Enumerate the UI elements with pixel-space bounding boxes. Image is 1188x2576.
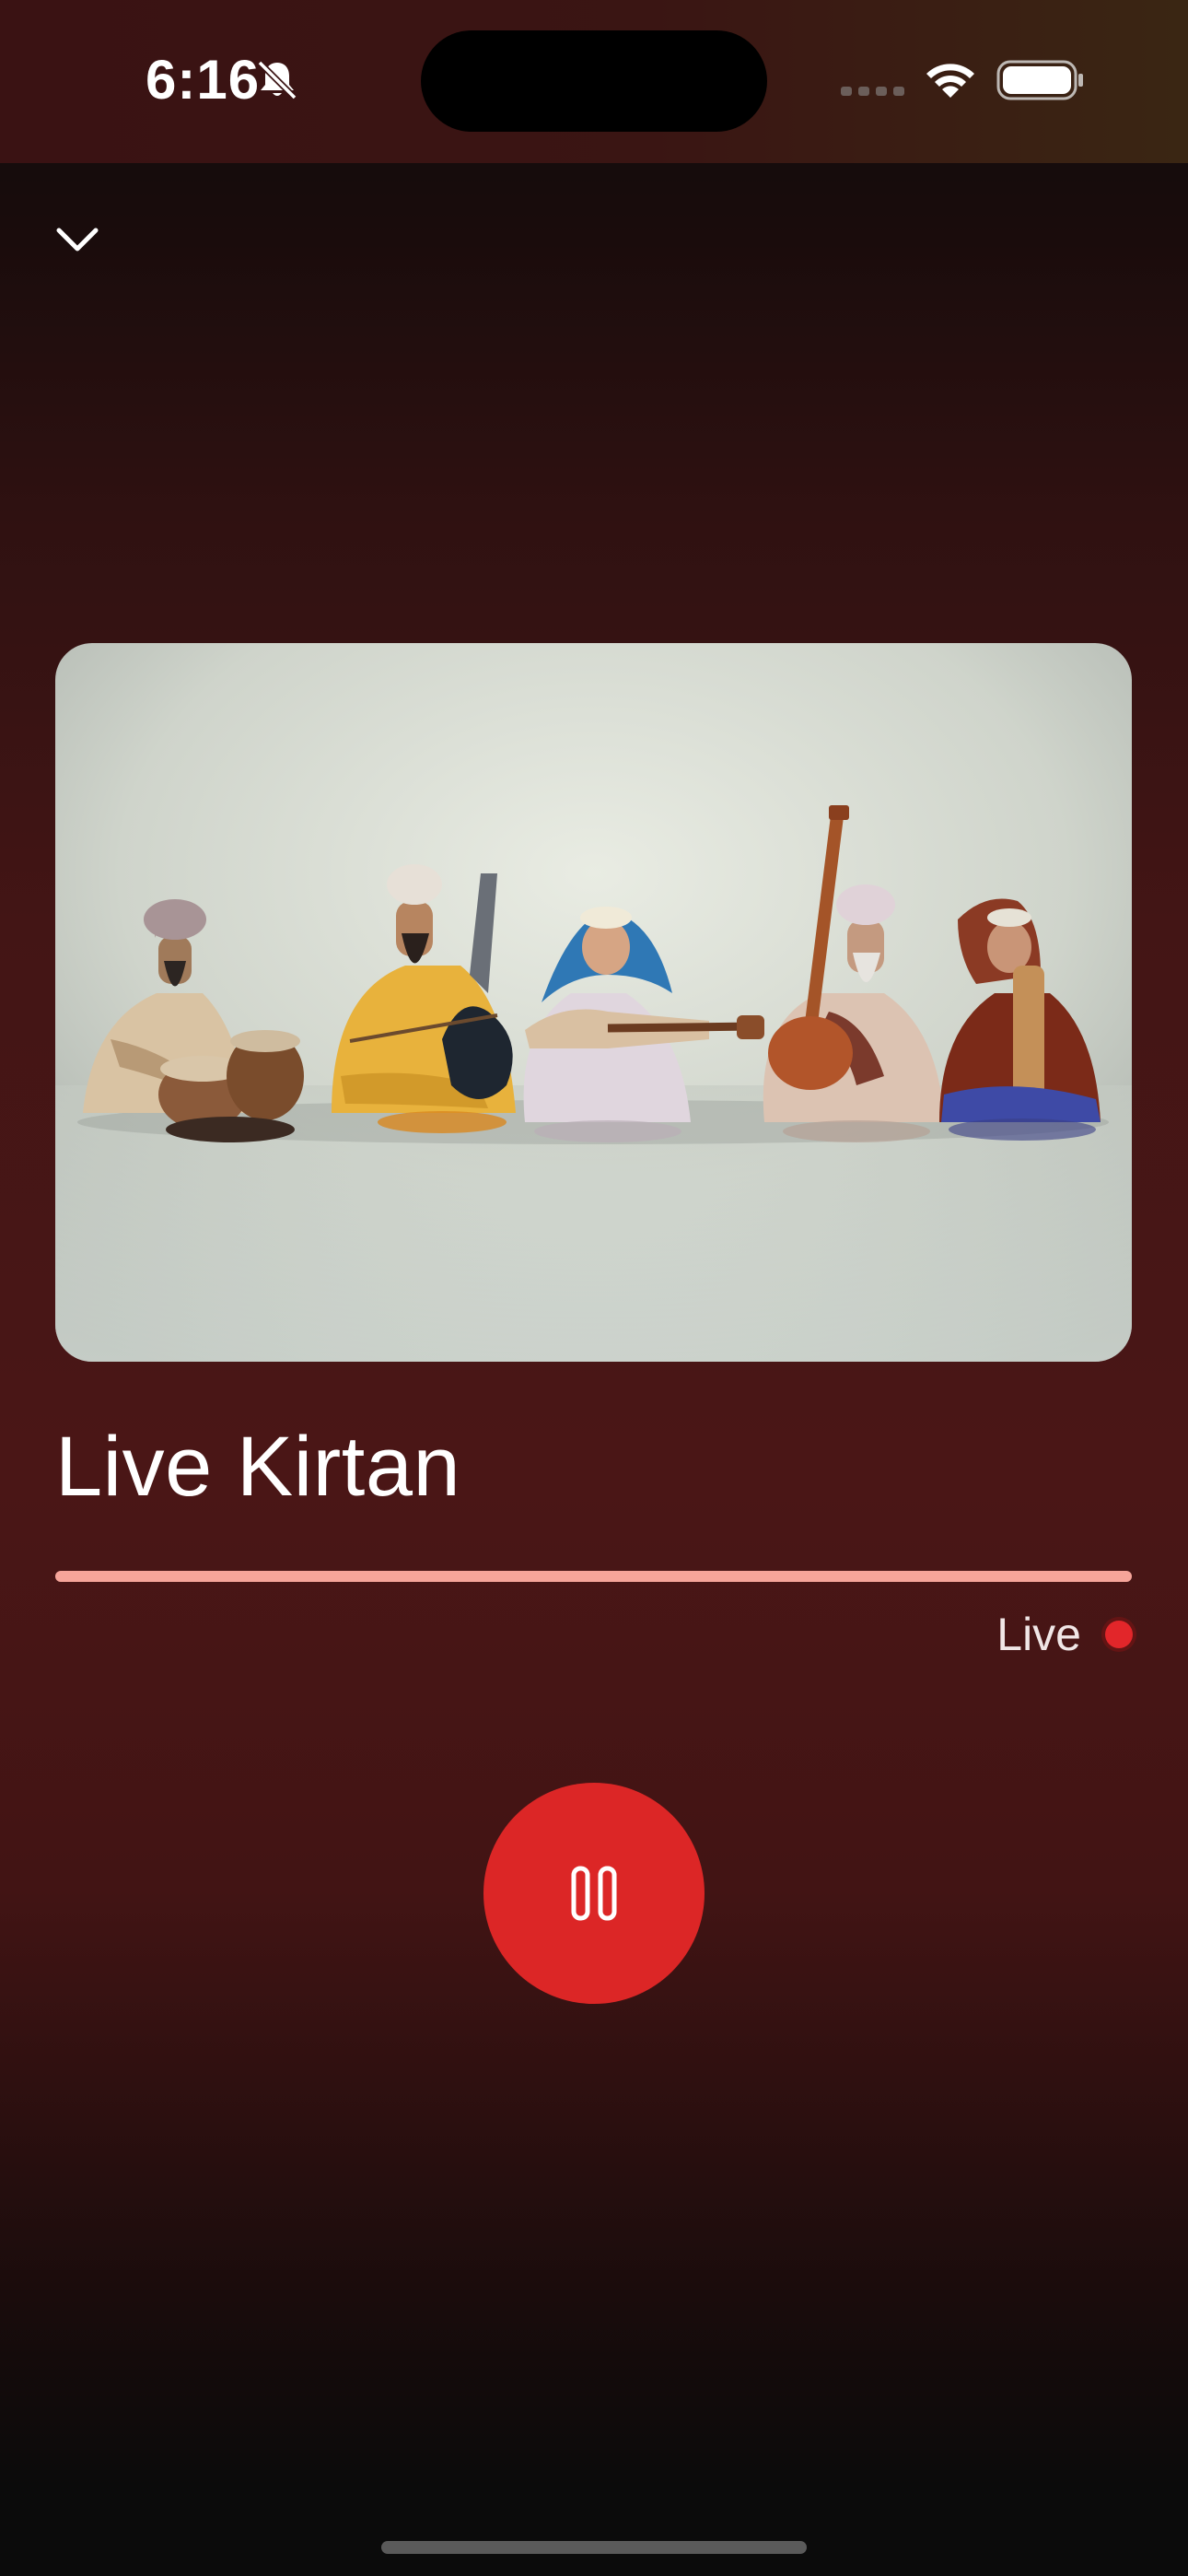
live-label: Live [996, 1609, 1081, 1660]
collapse-button[interactable] [44, 206, 111, 273]
live-indicator: Live [996, 1605, 1133, 1664]
cellular-signal-icon [841, 87, 904, 96]
progress-bar[interactable] [55, 1571, 1132, 1582]
status-time: 6:16 [146, 49, 261, 111]
track-title: Live Kirtan [55, 1420, 461, 1514]
home-indicator[interactable] [381, 2541, 807, 2554]
chevron-down-icon [56, 228, 99, 252]
now-playing-screen: 6:16 Live Kirtan Live [0, 0, 1188, 2576]
progress-fill [55, 1571, 1132, 1582]
wifi-icon [926, 64, 974, 98]
pause-icon [571, 1866, 617, 1921]
bell-slash-icon [257, 60, 297, 100]
dynamic-island [421, 30, 767, 132]
live-dot-icon [1105, 1621, 1133, 1648]
pause-button[interactable] [483, 1783, 705, 2004]
kirtan-musicians-illustration [55, 643, 1132, 1362]
battery-icon [996, 60, 1083, 100]
album-artwork [55, 643, 1132, 1362]
status-bar: 6:16 [0, 0, 1188, 163]
bottom-safe-area [0, 2482, 1188, 2576]
